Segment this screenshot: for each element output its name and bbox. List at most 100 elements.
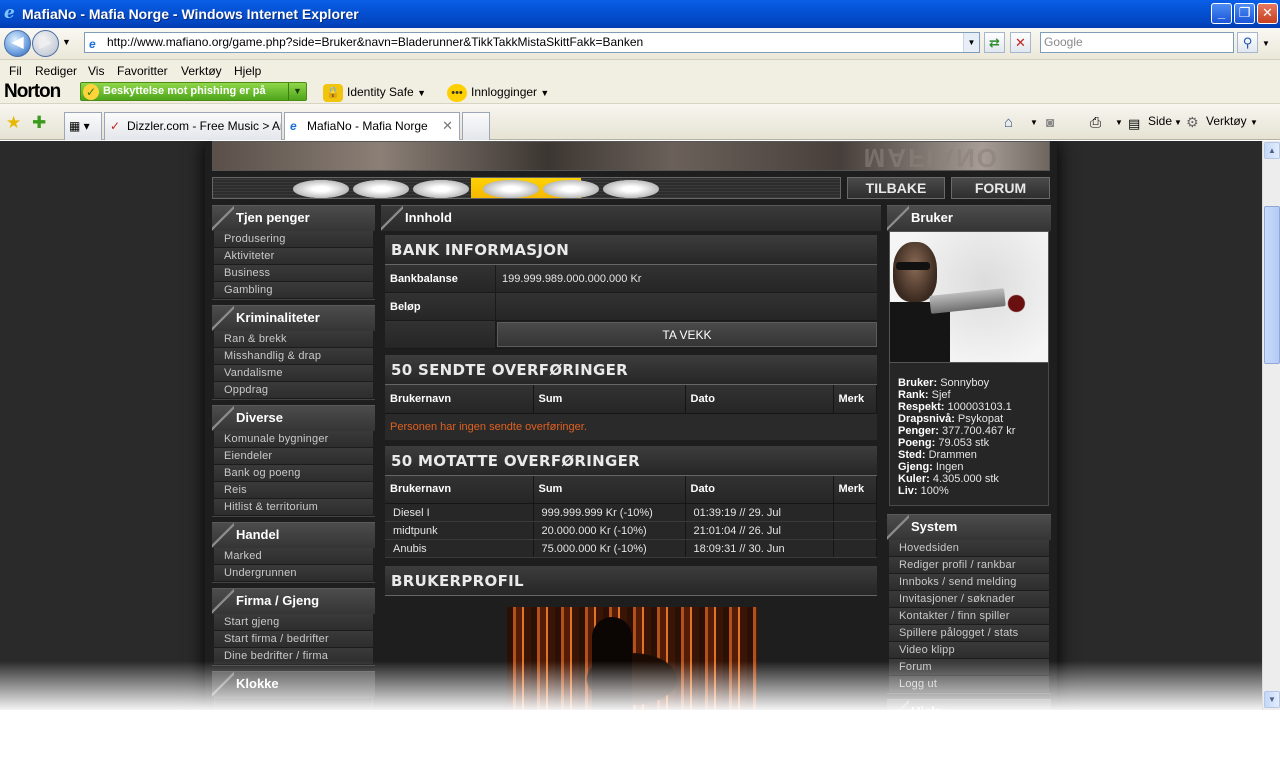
tab-label: Dizzler.com - Free Music > Ar... [127,119,282,133]
menu-item-home[interactable]: Hovedsiden [889,540,1049,557]
menu-item-edit-profile[interactable]: Rediger profil / rankbar [889,557,1049,574]
bank-balance-value: 199.999.989.000.000.000 Kr [496,265,877,292]
profile-figure [592,617,632,710]
menu-edit[interactable]: Rediger [35,64,77,78]
menu-item-hitlist[interactable]: Hitlist & territorium [214,499,373,516]
stat-rank: Rank: Sjef [898,389,951,401]
cell-user[interactable]: Anubis [385,539,534,558]
tools-dropdown-icon[interactable]: ▼ [1250,118,1258,127]
recent-pages-dropdown-icon[interactable]: ▼ [62,37,71,47]
menu-item-production[interactable]: Produsering [214,231,373,248]
close-button[interactable]: ✕ [1257,3,1278,24]
scroll-up-icon[interactable]: ▲ [1264,142,1280,159]
stat-points: Poeng: 79.053 stk [898,437,990,449]
menu-item-travel[interactable]: Reis [214,482,373,499]
cell-user[interactable]: Diesel I [385,503,534,522]
menu-heading: Firma / Gjeng [212,588,375,614]
home-dropdown-icon[interactable]: ▼ [1030,118,1038,127]
menu-item-inbox[interactable]: Innboks / send melding [889,574,1049,591]
menu-item-missions[interactable]: Oppdrag [214,382,373,399]
lock-icon: 🔒 [323,84,343,102]
col-date: Dato [685,475,834,504]
menu-item-your-companies[interactable]: Dine bedrifter / firma [214,648,373,665]
url-dropdown-icon[interactable]: ▼ [963,33,979,52]
withdraw-spacer [385,321,496,348]
back-button[interactable]: ◀ [4,30,31,57]
menu-item-online-players[interactable]: Spillere pålogget / stats [889,625,1049,642]
menu-tools[interactable]: Verktøy [181,64,222,78]
tab-dizzler[interactable]: ✓ Dizzler.com - Free Music > Ar... [104,112,282,140]
phishing-dropdown-icon[interactable]: ▼ [288,83,306,100]
menu-favorites[interactable]: Favoritter [117,64,168,78]
menu-item-logout[interactable]: Logg ut [889,676,1049,693]
avatar-glasses [896,262,930,270]
menu-item-assault[interactable]: Misshandlig & drap [214,348,373,365]
home-icon[interactable]: ⌂ [1004,114,1013,131]
identity-safe-button[interactable]: 🔒 Identity Safe ▼ [323,84,426,102]
menu-item-assets[interactable]: Eiendeler [214,448,373,465]
smiley-icon: ••• [447,84,467,102]
cell-date: 18:09:31 // 30. Jun [685,539,834,558]
menu-item-start-gang[interactable]: Start gjeng [214,614,373,631]
search-options-icon[interactable]: ▼ [1262,39,1270,48]
menu-file[interactable]: Fil [9,64,22,78]
favorites-star-icon[interactable]: ★ [6,113,21,133]
close-tab-icon[interactable]: ✕ [442,113,453,139]
page-menu[interactable]: Side [1148,114,1172,128]
withdraw-button[interactable]: TA VEKK [497,322,877,347]
menu-help[interactable]: Hjelp [234,64,261,78]
no-sent-transfers-message: Personen har ingen sendte overføringer. [385,413,877,440]
scroll-thumb[interactable] [1264,206,1280,364]
feeds-icon[interactable]: ◙ [1046,114,1054,130]
forum-link-button[interactable]: FORUM [951,177,1050,199]
page-icon: e [290,119,297,133]
menu-item-market[interactable]: Marked [214,548,373,565]
stat-health: Liv: 100% [898,485,949,497]
vertical-scrollbar[interactable]: ▲ ▼ [1262,141,1280,710]
add-favorite-icon[interactable]: ✚ [32,113,46,133]
new-tab-button[interactable] [462,112,490,140]
table-row: Diesel I 999.999.999 Kr (-10%) 01:39:19 … [385,503,877,522]
phishing-protection-button[interactable]: ✓ Beskyttelse mot phishing er på ▼ [80,82,307,101]
page-menu-dropdown-icon[interactable]: ▼ [1174,118,1182,127]
menu-item-bank[interactable]: Bank og poeng [214,465,373,482]
amount-input[interactable] [496,293,877,320]
menu-view[interactable]: Vis [88,64,104,78]
amount-row: Beløp [385,293,877,321]
menu-item-gambling[interactable]: Gambling [214,282,373,299]
menu-item-invitations[interactable]: Invitasjoner / søknader [889,591,1049,608]
logins-button[interactable]: ••• Innlogginger ▼ [447,84,549,102]
scroll-down-icon[interactable]: ▼ [1264,691,1280,708]
minimize-button[interactable]: _ [1211,3,1232,24]
url-text: http://www.mafiano.org/game.php?side=Bru… [107,35,644,49]
tools-menu[interactable]: Verktøy [1206,114,1247,128]
menu-item-municipal-buildings[interactable]: Komunale bygninger [214,431,373,448]
menu-item-contacts[interactable]: Kontakter / finn spiller [889,608,1049,625]
menu-item-start-company[interactable]: Start firma / bedrifter [214,631,373,648]
menu-item-vandalism[interactable]: Vandalisme [214,365,373,382]
tab-mafiano[interactable]: e MafiaNo - Mafia Norge ✕ [284,112,460,140]
menu-item-forum[interactable]: Forum [889,659,1049,676]
stop-icon[interactable]: ✕ [1010,32,1031,53]
search-icon[interactable]: ⚲ [1237,32,1258,53]
address-bar: ◀ ▶ ▼ e http://www.mafiano.org/game.php?… [0,28,1280,60]
menu-item-business[interactable]: Business [214,265,373,282]
left-menu: Tjen penger Produsering Aktiviteter Busi… [212,205,375,710]
cell-mark [833,539,877,558]
cell-user[interactable]: midtpunk [385,521,534,540]
menu-item-video-clips[interactable]: Video klipp [889,642,1049,659]
menu-item-robbery[interactable]: Ran & brekk [214,331,373,348]
back-link-button[interactable]: TILBAKE [847,177,945,199]
search-input[interactable]: Google [1040,32,1234,53]
print-icon[interactable]: ⎙ [1090,114,1101,131]
cloud-decoration [603,180,659,198]
system-menu: System Hovedsiden Rediger profil / rankb… [887,514,1051,694]
menu-item-underground[interactable]: Undergrunnen [214,565,373,582]
maximize-button[interactable]: ❐ [1234,3,1255,24]
url-input[interactable]: e http://www.mafiano.org/game.php?side=B… [84,32,980,53]
menu-item-activities[interactable]: Aktiviteter [214,248,373,265]
print-dropdown-icon[interactable]: ▼ [1115,118,1123,127]
quick-tabs-button[interactable]: ▦ ▾ [64,112,102,140]
forward-button[interactable]: ▶ [32,30,59,57]
refresh-icon[interactable]: ⇄ [984,32,1005,53]
